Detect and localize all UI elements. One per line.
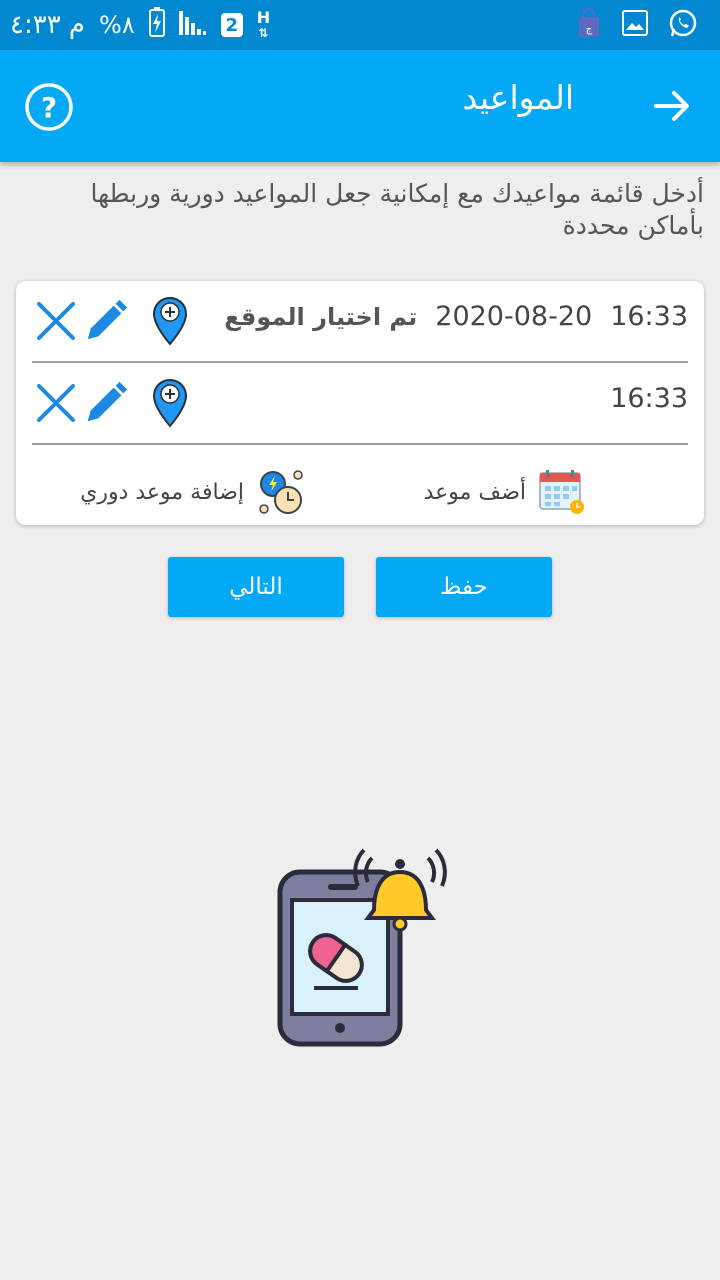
appointments-card: 16:33 2020-08-20 تم اختيار الموقع 16:33	[16, 281, 704, 525]
battery-percent: %٨	[99, 11, 135, 39]
recurring-clock-icon	[259, 470, 303, 514]
appointment-time: 16:33	[610, 301, 688, 332]
data-type-label: H	[256, 7, 271, 27]
status-right: ج	[576, 0, 698, 50]
add-appointment-label: أضف موعد	[423, 479, 526, 505]
edit-button[interactable]	[82, 378, 130, 428]
medication-reminder-illustration	[270, 848, 450, 1048]
help-circle-icon: ?	[25, 83, 73, 131]
delete-button[interactable]	[32, 378, 80, 428]
pencil-icon	[87, 299, 128, 340]
map-pin-add-icon	[152, 296, 188, 346]
status-bar: م ٤:٣٣ %٨ 2 H ⇅ ج	[0, 0, 720, 50]
close-icon	[37, 302, 75, 340]
battery-icon	[148, 6, 165, 44]
appointment-row[interactable]: 16:33 2020-08-20 تم اختيار الموقع	[32, 281, 688, 363]
delete-button[interactable]	[32, 296, 80, 346]
whatsapp-icon	[668, 8, 698, 42]
location-button[interactable]	[146, 378, 194, 428]
add-appointment-button[interactable]: أضف موعد	[424, 467, 586, 517]
appointment-date: 2020-08-20	[435, 301, 593, 332]
image-icon	[622, 10, 648, 40]
status-left: م ٤:٣٣ %٨ 2 H ⇅	[10, 0, 270, 50]
back-button[interactable]	[652, 86, 692, 126]
phone-pill-bell-icon	[277, 848, 447, 1047]
help-button[interactable]: ?	[24, 82, 74, 132]
intro-text: أدخل قائمة مواعيدك مع إمكانية جعل المواع…	[90, 179, 704, 240]
clock: م ٤:٣٣	[10, 10, 86, 40]
app-bar: ? المواعيد	[0, 50, 720, 162]
appointment-time: 16:33	[610, 383, 688, 414]
map-pin-add-icon	[152, 378, 188, 428]
data-type: H ⇅	[256, 7, 271, 40]
shopping-bag-icon: ج	[576, 8, 602, 42]
location-button[interactable]	[146, 296, 194, 346]
save-button[interactable]: حفظ	[376, 557, 552, 617]
svg-text:?: ?	[41, 91, 57, 124]
next-button[interactable]: التالي	[168, 557, 344, 617]
calendar-icon	[539, 470, 584, 514]
row-actions	[32, 293, 196, 349]
pencil-icon	[87, 381, 128, 422]
signal-icon	[178, 9, 207, 42]
location-status: تم اختيار الموقع	[224, 302, 418, 331]
appointment-info: 16:33	[610, 383, 688, 414]
sim-badge: 2	[220, 13, 243, 37]
add-periodic-label: إضافة موعد دوري	[80, 479, 244, 505]
svg-text:ج: ج	[586, 24, 593, 35]
row-actions	[32, 375, 196, 431]
close-icon	[37, 384, 75, 422]
arrow-forward-icon	[654, 91, 689, 121]
appointment-info: 16:33 2020-08-20 تم اختيار الموقع	[224, 301, 688, 332]
appointment-row[interactable]: 16:33	[32, 363, 688, 445]
edit-button[interactable]	[82, 296, 130, 346]
card-actions: أضف موعد إضافة موعد دوري	[16, 467, 704, 517]
page-title: المواعيد	[462, 78, 575, 117]
add-periodic-button[interactable]: إضافة موعد دوري	[80, 467, 306, 517]
